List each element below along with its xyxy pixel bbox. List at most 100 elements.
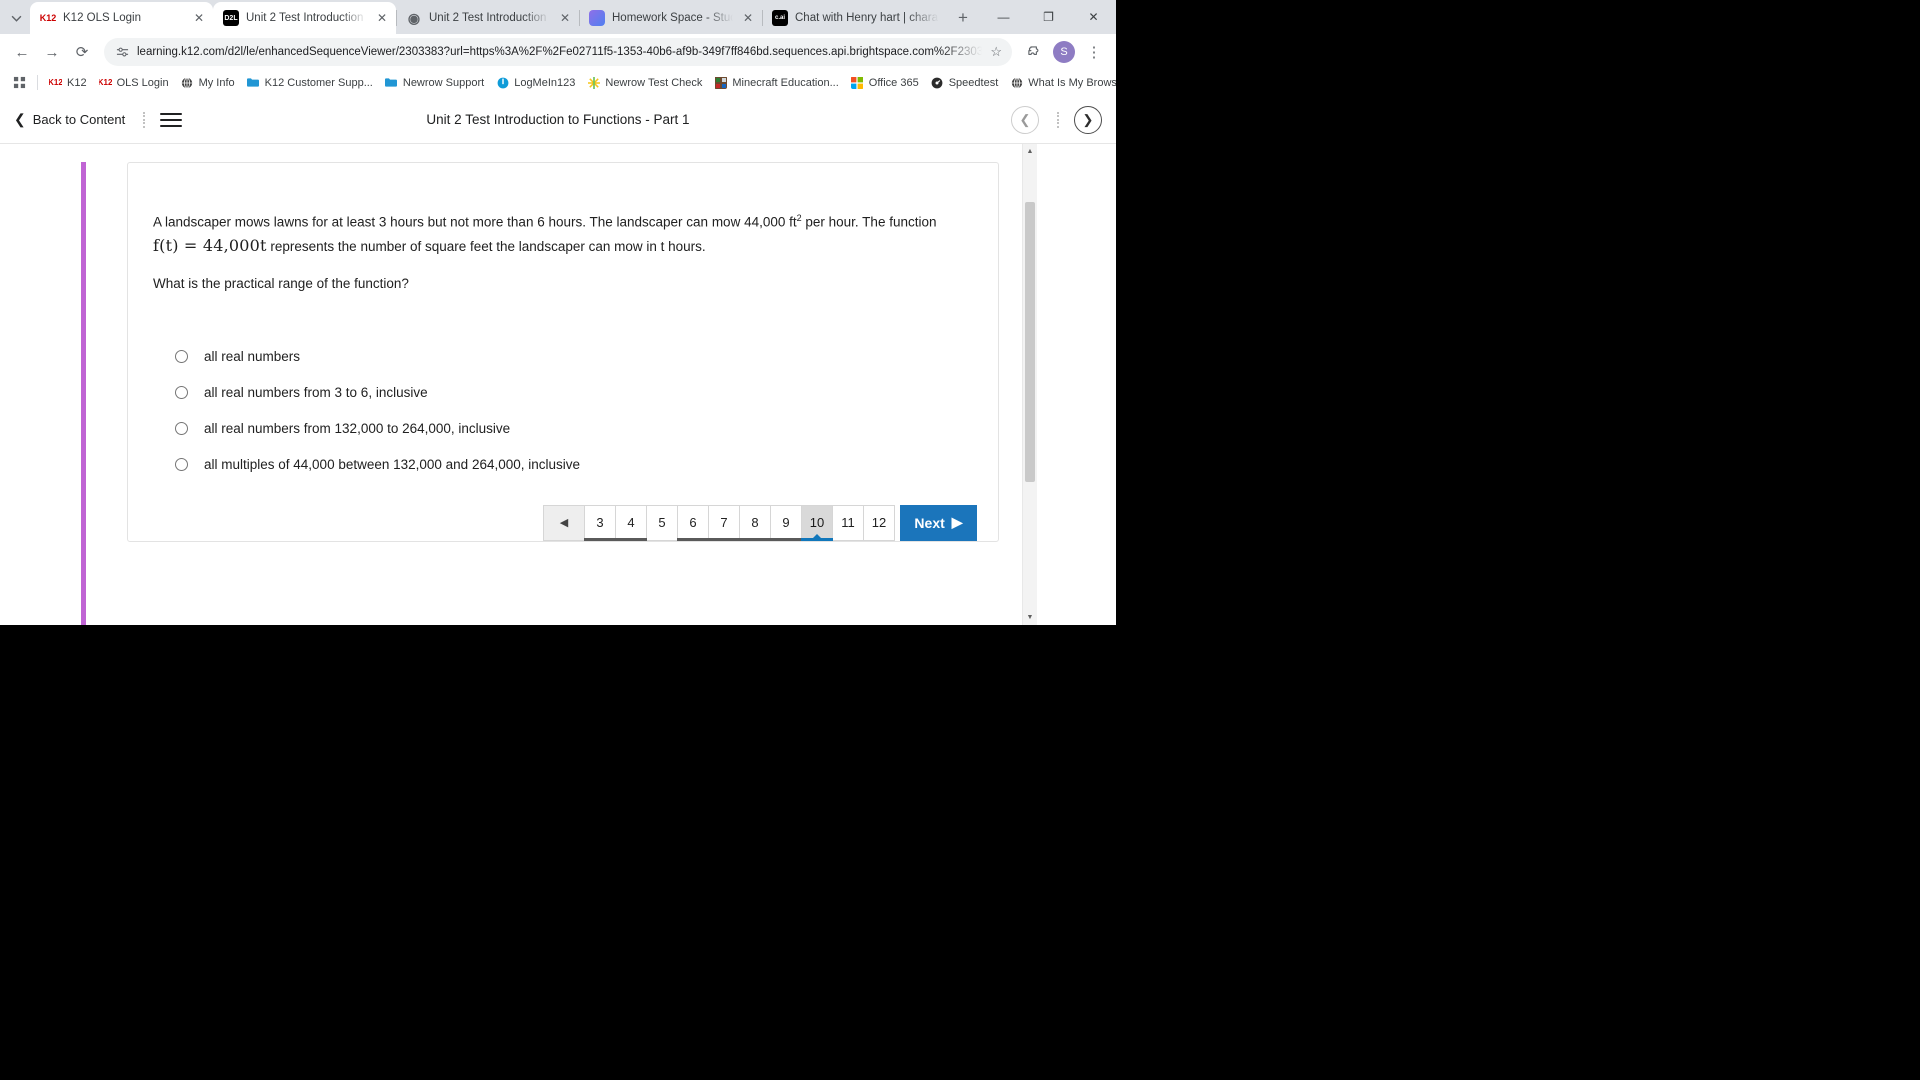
browser-window: K12 K12 OLS Login ✕ D2L Unit 2 Test Intr… <box>0 0 1116 625</box>
bookmark-star-icon[interactable]: ☆ <box>990 44 1002 60</box>
question-area: A landscaper mows lawns for at least 3 h… <box>0 144 1116 625</box>
bookmark-label: Newrow Support <box>402 76 485 89</box>
scroll-down-icon[interactable]: ▼ <box>1023 610 1037 625</box>
answer-options: all real numbers all real numbers from 3… <box>153 339 973 483</box>
address-bar[interactable]: learning.k12.com/d2l/le/enhancedSequence… <box>104 38 1012 66</box>
course-header: ❮ Back to Content Unit 2 Test Introducti… <box>0 96 1116 144</box>
bookmark-k12[interactable]: K12 K12 <box>43 73 93 92</box>
bookmark-label: K12 <box>67 76 87 89</box>
maximize-button[interactable]: ❐ <box>1026 0 1071 34</box>
page-button-9[interactable]: 9 <box>770 504 802 541</box>
formula: f(t) = 44,000t <box>153 235 267 255</box>
drag-handle <box>143 111 146 128</box>
previous-page-button[interactable]: ◀ <box>543 504 585 541</box>
page-button-7[interactable]: 7 <box>708 504 740 541</box>
back-to-content-label: Back to Content <box>32 112 126 127</box>
triangle-right-icon: ▶ <box>951 514 963 530</box>
bookmark-office-365[interactable]: Office 365 <box>845 73 925 92</box>
forward-icon[interactable]: → <box>38 38 66 66</box>
answer-option[interactable]: all real numbers from 3 to 6, inclusive <box>153 375 973 411</box>
back-to-content-button[interactable]: ❮ Back to Content <box>14 111 125 128</box>
close-icon[interactable]: ✕ <box>374 10 390 26</box>
hamburger-menu-icon[interactable] <box>160 112 183 127</box>
tab-search-icon[interactable] <box>2 4 30 32</box>
close-icon[interactable]: ✕ <box>557 10 573 26</box>
question-pager: ◀ 3 4 5 6 7 8 9 10 11 12 Next ▶ <box>543 504 985 541</box>
bookmark-newrow-test-check[interactable]: Newrow Test Check <box>581 73 708 92</box>
next-button[interactable]: Next ▶ <box>900 504 977 541</box>
d2l-icon: D2L <box>223 10 239 26</box>
page-button-3[interactable]: 3 <box>584 504 616 541</box>
site-settings-icon[interactable] <box>116 46 129 59</box>
extensions-icon[interactable] <box>1020 38 1048 66</box>
answer-option[interactable]: all real numbers <box>153 339 973 375</box>
page-button-11[interactable]: 11 <box>833 504 864 541</box>
tab-title: Chat with Henry hart | chara <box>795 12 938 24</box>
minimize-button[interactable]: — <box>981 0 1026 34</box>
sparkle-icon <box>587 76 600 89</box>
radio-button[interactable] <box>175 386 188 399</box>
bookmark-label: K12 Customer Supp... <box>264 76 373 89</box>
radio-button[interactable] <box>175 458 188 471</box>
close-icon[interactable]: ✕ <box>740 10 756 26</box>
chrome-menu-icon[interactable]: ⋮ <box>1080 38 1108 66</box>
k12-icon: K12 <box>99 77 112 87</box>
page-button-4[interactable]: 4 <box>615 504 647 541</box>
close-icon[interactable]: ✕ <box>191 10 207 26</box>
scrollbar-thumb[interactable] <box>1025 202 1035 482</box>
browser-tab[interactable]: K12 K12 OLS Login ✕ <box>30 2 213 34</box>
bookmark-label: Minecraft Education... <box>732 76 839 89</box>
next-button-label: Next <box>914 514 945 531</box>
answer-option-label: all multiples of 44,000 between 132,000 … <box>204 457 581 472</box>
studyx-icon <box>589 10 605 26</box>
browser-tab[interactable]: c.ai Chat with Henry hart | chara <box>762 2 945 34</box>
radio-button[interactable] <box>175 422 188 435</box>
character-ai-icon: c.ai <box>772 10 788 26</box>
tab-title: Homework Space - StudyX <box>612 12 733 24</box>
question-text-part2: per hour. The function <box>801 214 937 230</box>
tab-strip: K12 K12 OLS Login ✕ D2L Unit 2 Test Intr… <box>0 0 1116 34</box>
scroll-up-icon[interactable]: ▲ <box>1023 144 1037 159</box>
new-tab-button[interactable]: + <box>949 4 977 32</box>
bookmark-minecraft-education[interactable]: Minecraft Education... <box>708 73 844 92</box>
divider <box>37 75 38 90</box>
answer-option[interactable]: all multiples of 44,000 between 132,000 … <box>153 447 973 483</box>
page-content: ❮ Back to Content Unit 2 Test Introducti… <box>0 96 1116 625</box>
chevron-left-icon: ❮ <box>14 111 26 127</box>
answer-option[interactable]: all real numbers from 132,000 to 264,000… <box>153 411 973 447</box>
question-card: A landscaper mows lawns for at least 3 h… <box>127 162 999 542</box>
radio-button[interactable] <box>175 350 188 363</box>
bookmark-what-is-my-browser[interactable]: What Is My Browser? <box>1004 73 1116 92</box>
bookmark-logmein123[interactable]: LogMeIn123 <box>490 73 581 92</box>
logmein-icon <box>496 76 509 89</box>
bookmark-label: Office 365 <box>868 76 919 89</box>
page-button-10[interactable]: 10 <box>801 504 833 541</box>
globe-dark-icon <box>181 76 194 89</box>
apps-grid-icon[interactable] <box>6 72 32 94</box>
chevron-left-circle-icon[interactable]: ❮ <box>1011 105 1039 134</box>
bookmark-newrow-support[interactable]: Newrow Support <box>379 73 490 92</box>
page-button-6[interactable]: 6 <box>677 504 709 541</box>
page-button-8[interactable]: 8 <box>739 504 771 541</box>
page-button-12[interactable]: 12 <box>864 504 895 541</box>
folder-blue-icon <box>385 76 398 89</box>
chevron-right-circle-icon[interactable]: ❯ <box>1074 105 1102 134</box>
browser-tab[interactable]: ◉ Unit 2 Test Introduction to F ✕ <box>396 2 579 34</box>
vertical-scrollbar[interactable]: ▲ ▼ <box>1022 144 1037 625</box>
question-text-part3: represents the number of square feet the… <box>266 238 706 254</box>
avatar[interactable]: S <box>1053 41 1075 63</box>
bookmark-label: Newrow Test Check <box>605 76 703 89</box>
bookmark-k12-customer-support[interactable]: K12 Customer Supp... <box>241 73 379 92</box>
bookmark-speedtest[interactable]: Speedtest <box>925 73 1005 92</box>
answer-option-label: all real numbers from 3 to 6, inclusive <box>204 385 428 400</box>
back-icon[interactable]: ← <box>8 38 36 66</box>
close-window-button[interactable]: ✕ <box>1071 0 1116 34</box>
browser-tab[interactable]: Homework Space - StudyX ✕ <box>579 2 762 34</box>
question-text-part1: A landscaper mows lawns for at least 3 h… <box>153 214 797 230</box>
page-button-5[interactable]: 5 <box>647 504 678 541</box>
folder-blue-icon <box>247 76 260 89</box>
reload-icon[interactable]: ⟳ <box>68 38 96 66</box>
bookmark-ols-login[interactable]: K12 OLS Login <box>93 73 175 92</box>
browser-tab-active[interactable]: D2L Unit 2 Test Introduction to F ✕ <box>213 2 396 34</box>
bookmark-my-info[interactable]: My Info <box>175 73 241 92</box>
